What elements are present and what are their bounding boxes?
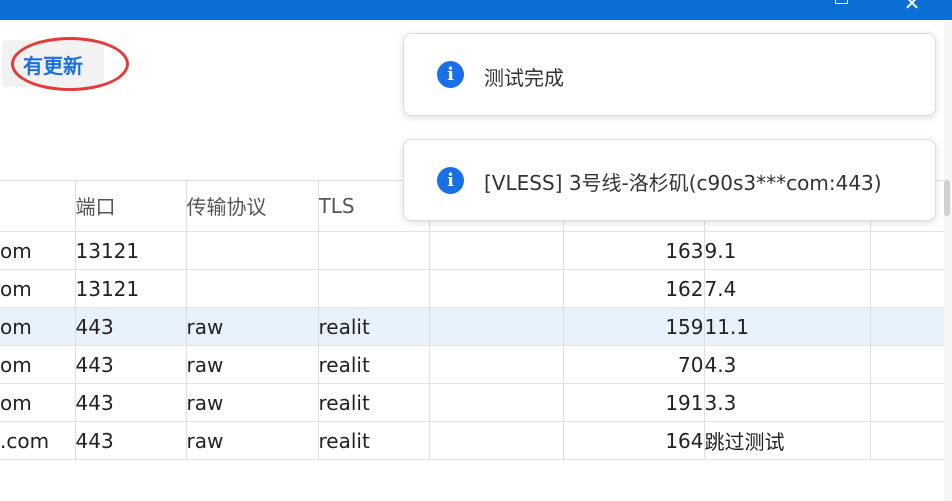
cell-empty <box>429 269 564 308</box>
cell-port: 443 <box>75 345 187 384</box>
table-row[interactable]: om 13121 162 7.4 <box>0 269 945 308</box>
column-header-port[interactable]: 端口 <box>75 180 187 232</box>
toast-notification: i [VLESS] 3号线-洛杉矶(c90s3***com:443) <box>403 139 936 221</box>
cell-empty <box>870 421 945 460</box>
cell-empty <box>870 383 945 422</box>
cell-address: om <box>0 383 76 422</box>
cell-transport: raw <box>186 307 319 346</box>
cell-speed: 4.3 <box>704 345 871 384</box>
cell-latency: 162 <box>563 269 705 308</box>
table-row-selected[interactable]: om 443 raw realit 159 11.1 <box>0 307 945 346</box>
cell-port: 443 <box>75 383 187 422</box>
cell-transport: raw <box>186 345 319 384</box>
cell-latency: 70 <box>563 345 705 384</box>
cell-port: 443 <box>75 421 187 460</box>
server-table-container: 端口 传输协议 TLS om 13121 163 9.1 om 13121 16… <box>0 180 952 460</box>
cell-empty <box>870 231 945 270</box>
cell-empty <box>429 421 564 460</box>
column-header-transport[interactable]: 传输协议 <box>186 180 319 232</box>
info-icon: i <box>437 61 464 88</box>
cell-tls: realit <box>318 345 430 384</box>
table-row[interactable]: om 443 raw realit 191 3.3 <box>0 383 945 422</box>
scrollbar-thumb[interactable] <box>944 180 950 216</box>
maximize-button[interactable] <box>822 0 862 14</box>
info-icon: i <box>437 167 464 194</box>
toast-message: [VLESS] 3号线-洛杉矶(c90s3***com:443) <box>484 171 882 195</box>
cell-transport <box>186 231 319 270</box>
cell-speed: 9.1 <box>704 231 871 270</box>
cell-address: .com <box>0 421 76 460</box>
cell-latency: 164 <box>563 421 705 460</box>
cell-tls <box>318 231 430 270</box>
vertical-scrollbar[interactable] <box>944 20 952 501</box>
toast-notification: i 测试完成 <box>403 33 936 116</box>
title-bar: ✕ <box>0 0 952 20</box>
cell-latency: 159 <box>563 307 705 346</box>
cell-address: om <box>0 307 76 346</box>
cell-address: om <box>0 231 76 270</box>
cell-transport: raw <box>186 421 319 460</box>
column-header-address[interactable] <box>0 180 76 232</box>
cell-address: om <box>0 269 76 308</box>
cell-empty <box>870 269 945 308</box>
server-table: 端口 传输协议 TLS om 13121 163 9.1 om 13121 16… <box>0 180 945 460</box>
cell-empty <box>429 383 564 422</box>
cell-speed: 跳过测试 <box>704 421 871 460</box>
cell-latency: 163 <box>563 231 705 270</box>
cell-empty <box>870 307 945 346</box>
cell-transport: raw <box>186 383 319 422</box>
cell-speed: 3.3 <box>704 383 871 422</box>
cell-tls: realit <box>318 383 430 422</box>
close-icon: ✕ <box>903 0 921 15</box>
toast-message: 测试完成 <box>484 66 564 90</box>
cell-empty <box>429 231 564 270</box>
cell-transport <box>186 269 319 308</box>
close-button[interactable]: ✕ <box>892 0 932 14</box>
cell-tls: realit <box>318 421 430 460</box>
highlight-circle <box>11 37 129 91</box>
table-row[interactable]: om 13121 163 9.1 <box>0 231 945 270</box>
cell-tls <box>318 269 430 308</box>
cell-latency: 191 <box>563 383 705 422</box>
cell-empty <box>429 307 564 346</box>
app-window: ✕ 有更新 i 测试完成 端口 传输协议 TLS om 13121 163 9.… <box>0 0 952 501</box>
maximize-icon <box>835 0 848 4</box>
cell-port: 443 <box>75 307 187 346</box>
cell-speed: 11.1 <box>704 307 871 346</box>
cell-port: 13121 <box>75 231 187 270</box>
table-row[interactable]: om 443 raw realit 70 4.3 <box>0 345 945 384</box>
cell-port: 13121 <box>75 269 187 308</box>
cell-empty <box>429 345 564 384</box>
cell-address: om <box>0 345 76 384</box>
table-row[interactable]: .com 443 raw realit 164 跳过测试 <box>0 421 945 460</box>
cell-empty <box>870 345 945 384</box>
cell-tls: realit <box>318 307 430 346</box>
cell-speed: 7.4 <box>704 269 871 308</box>
